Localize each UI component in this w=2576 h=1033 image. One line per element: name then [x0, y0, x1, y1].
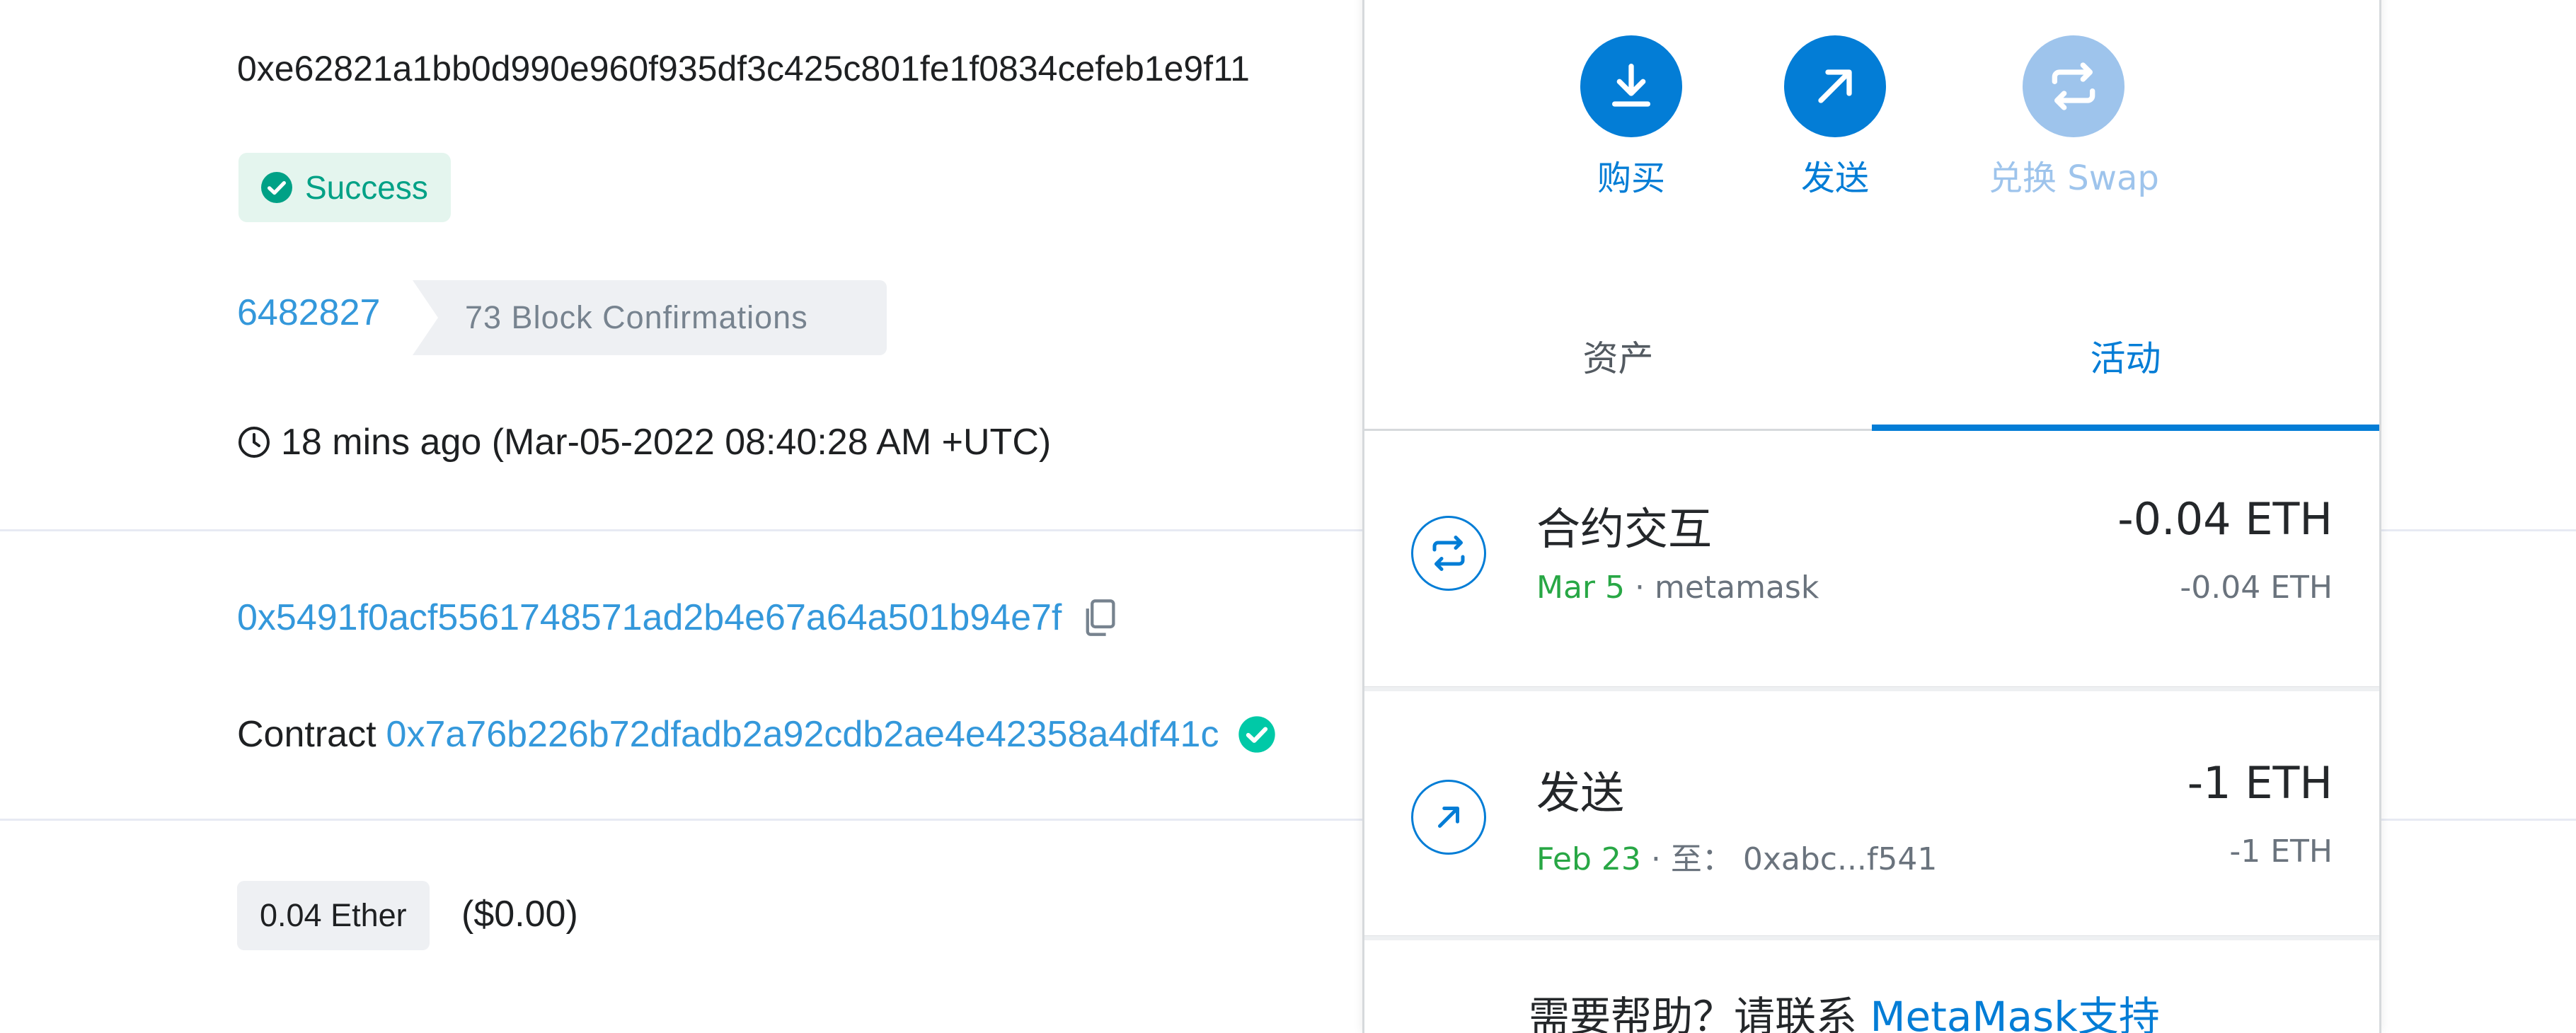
- transaction-item[interactable]: 合约交互 Mar 5 · metamask -0.04 ETH -0.04 ET…: [1364, 431, 2379, 686]
- swap-arrows-icon: [1432, 536, 1465, 571]
- swap-arrows-icon: [2052, 62, 2095, 110]
- send-label: 发送: [1800, 158, 1869, 198]
- transaction-divider: [1364, 935, 2379, 940]
- block-confirmations-badge: 73 Block Confirmations: [413, 280, 887, 355]
- swap-button[interactable]: 兑换 Swap: [1989, 35, 2159, 200]
- from-address-link[interactable]: 0x5491f0acf5561748571ad2b4e67a64a501b94e…: [237, 596, 1062, 639]
- send-arrow-icon: [1438, 807, 1459, 828]
- block-number-link[interactable]: 6482827: [237, 292, 380, 334]
- transaction-subtitle: Mar 5 · metamask: [1536, 570, 1819, 606]
- status-text: Success: [305, 169, 428, 206]
- transaction-recipient: · 至： 0xabc...f541: [1640, 841, 1938, 877]
- tab-activity[interactable]: 活动: [1872, 283, 2379, 431]
- transaction-hash: 0xe62821a1bb0d990e960f935df3c425c801fe1f…: [237, 49, 1250, 88]
- tab-assets[interactable]: 资产: [1364, 283, 1872, 429]
- transaction-subtitle: Feb 23 · 至： 0xabc...f541: [1536, 833, 1937, 879]
- transaction-icon: [1411, 780, 1486, 855]
- send-icon-circle: [1784, 35, 1886, 137]
- transaction-title: 合约交互: [1536, 503, 1713, 555]
- contract-label: Contract: [237, 714, 376, 755]
- send-button[interactable]: 发送: [1784, 35, 1886, 200]
- timestamp-text: 18 mins ago (Mar-05-2022 08:40:28 AM +UT…: [281, 422, 1052, 463]
- wallet-tabs: 资产 活动: [1364, 283, 2379, 431]
- contract-address-link[interactable]: 0x7a76b226b72dfadb2a92cdb2ae4e42358a4df4…: [386, 713, 1219, 756]
- transaction-amount-secondary: -0.04 ETH: [2180, 570, 2333, 606]
- swap-label: 兑换 Swap: [1989, 158, 2159, 198]
- to-row: Contract 0x7a76b226b72dfadb2a92cdb2ae4e4…: [237, 713, 1277, 756]
- download-icon: [1612, 64, 1650, 107]
- transaction-icon: [1411, 516, 1486, 591]
- buy-label: 购买: [1597, 158, 1665, 198]
- transaction-title: 发送: [1536, 767, 1625, 819]
- help-text: 需要帮助？请联系 MetaMask支持: [1529, 983, 2160, 1033]
- swap-icon-circle: [2023, 35, 2125, 137]
- check-circle-icon: [261, 172, 292, 203]
- from-row: 0x5491f0acf5561748571ad2b4e67a64a501b94e…: [237, 596, 1118, 639]
- status-badge: Success: [238, 153, 451, 222]
- support-link[interactable]: MetaMask支持: [1870, 993, 2159, 1033]
- transaction-date: Feb 23: [1536, 841, 1641, 877]
- transaction-date: Mar 5: [1536, 570, 1625, 606]
- buy-icon-circle: [1580, 35, 1682, 137]
- wallet-actions: 购买 发送 兑换 Swap: [1364, 35, 2379, 205]
- help-prefix: 需要帮助？请联系: [1529, 993, 1870, 1033]
- arrow-up-right-icon: [1818, 69, 1852, 103]
- buy-button[interactable]: 购买: [1580, 35, 1682, 200]
- copy-icon[interactable]: [1081, 598, 1118, 637]
- transaction-item[interactable]: 发送 Feb 23 · 至： 0xabc...f541 -1 ETH -1 ET…: [1364, 695, 2379, 950]
- transaction-amount-secondary: -1 ETH: [2229, 833, 2333, 870]
- transaction-divider: [1364, 686, 2379, 691]
- value-badge: 0.04 Ether: [237, 881, 430, 950]
- transaction-origin: · metamask: [1625, 570, 1819, 606]
- verified-check-icon: [1238, 716, 1276, 753]
- transaction-amount: -1 ETH: [2187, 757, 2333, 809]
- clock-icon: [238, 427, 270, 458]
- transaction-amount: -0.04 ETH: [2117, 493, 2333, 545]
- timestamp: 18 mins ago (Mar-05-2022 08:40:28 AM +UT…: [237, 421, 1051, 463]
- value-usd: ($0.00): [461, 894, 578, 935]
- metamask-popup: 购买 发送 兑换 Swap 资产 活动 合约交互 Mar 5 · metamas…: [1362, 0, 2381, 1033]
